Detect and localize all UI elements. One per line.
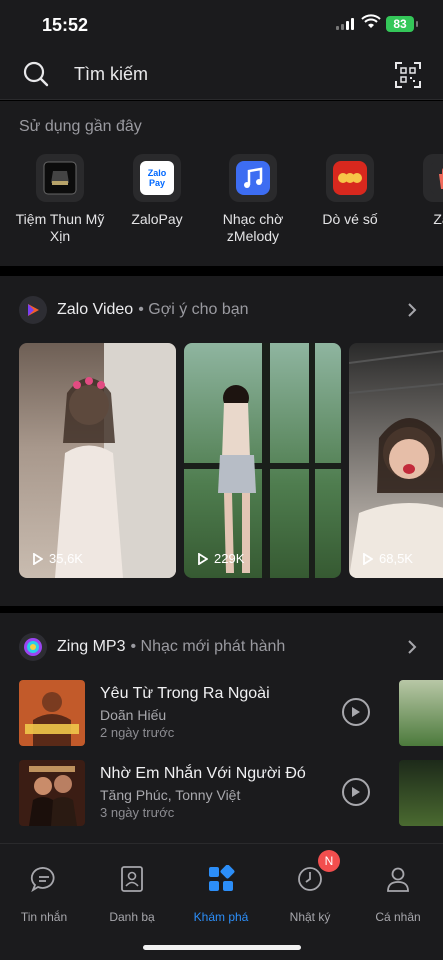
bottom-navigation: Tin nhắn Danh bạ Khám phá N Nhật ký Cá n… — [0, 843, 443, 960]
chevron-right-icon[interactable] — [407, 302, 417, 318]
recent-app-zalo-shop[interactable]: Zalo — [397, 154, 443, 228]
play-icon — [352, 707, 360, 717]
wifi-icon — [361, 14, 381, 28]
recent-app-zalopay[interactable]: Zalo Pay ZaloPay — [107, 154, 207, 228]
zing-mp3-logo-icon — [19, 633, 47, 661]
clock-icon — [298, 867, 322, 891]
discover-grid-icon — [209, 865, 235, 891]
recent-app-label: Nhạc chờ zMelody — [222, 211, 284, 244]
video-card[interactable]: 68,5K — [349, 343, 443, 578]
song-release-date: 3 ngày trước — [100, 805, 175, 820]
tab-messages[interactable]: Tin nhắn — [0, 864, 88, 924]
recent-app-label: Dò vé số — [322, 211, 378, 227]
video-thumbnail — [349, 350, 443, 578]
tab-contacts[interactable]: Danh bạ — [88, 864, 176, 924]
song-artist: Tăng Phúc, Tonny Việt — [100, 787, 241, 803]
mp3-section-header[interactable]: Zing MP3 • Nhạc mới phát hành — [19, 633, 285, 661]
view-count-text: 35,6K — [49, 551, 83, 566]
recent-app-label: Tiệm Thun Mỹ Xịn — [15, 211, 105, 244]
song-cover — [19, 760, 85, 826]
recent-app-label: ZaloPay — [131, 211, 183, 227]
view-count: 35,6K — [33, 551, 83, 566]
song-artist: Doãn Hiếu — [100, 707, 167, 723]
tab-profile[interactable]: Cá nhân — [354, 864, 442, 924]
song-item[interactable]: Yêu Từ Trong Ra Ngoài Doãn Hiếu 2 ngày t… — [19, 680, 439, 746]
cellular-signal-icon — [336, 18, 354, 30]
qr-scan-icon[interactable] — [394, 61, 422, 89]
song-cover — [19, 680, 85, 746]
tab-label: Danh bạ — [109, 910, 155, 924]
video-thumbnail — [55, 343, 176, 578]
song-release-date: 2 ngày trước — [100, 725, 175, 740]
tab-label: Nhật ký — [289, 910, 331, 924]
video-section-header[interactable]: Zalo Video • Gợi ý cho bạn — [19, 296, 249, 324]
search-icon[interactable] — [22, 60, 50, 88]
lottery-icon — [326, 154, 374, 202]
play-icon — [352, 787, 360, 797]
tab-timeline[interactable]: N Nhật ký — [266, 850, 354, 924]
video-section-title: Zalo Video — [57, 301, 134, 318]
next-song-cover-peek[interactable] — [399, 680, 443, 746]
zing-mp3-section: Zing MP3 • Nhạc mới phát hành Yêu Từ Tro… — [0, 613, 443, 843]
song-title: Nhờ Em Nhắn Với Người Đó — [100, 765, 306, 782]
status-bar: 15:52 83 — [0, 0, 443, 50]
search-header: Tìm kiếm — [0, 50, 443, 100]
play-button[interactable] — [342, 698, 370, 726]
view-count-text: 68,5K — [379, 551, 413, 566]
play-small-icon — [33, 552, 43, 565]
recent-app-zmelody[interactable]: Nhạc chờ zMelody — [203, 154, 303, 245]
recent-apps-section: Sử dụng gần đây Tiệm Thun Mỹ Xịn Zalo Pa… — [0, 101, 443, 266]
video-thumbnail — [184, 343, 341, 578]
tab-discover[interactable]: Khám phá — [177, 864, 265, 924]
recent-app-do-ve-so[interactable]: Dò vé số — [300, 154, 400, 228]
recent-label: Sử dụng gần đây — [19, 118, 142, 135]
mp3-section-subtitle: • Nhạc mới phát hành — [130, 638, 286, 655]
zalopay-icon: Zalo Pay — [133, 154, 181, 202]
tab-label: Cá nhân — [375, 910, 421, 924]
view-count: 229K — [198, 551, 244, 566]
shop-logo-icon — [36, 154, 84, 202]
notification-badge: N — [318, 850, 340, 872]
view-count: 68,5K — [363, 551, 413, 566]
play-small-icon — [363, 552, 373, 565]
zalo-video-section: Zalo Video • Gợi ý cho bạn 35,6K 229K 68… — [0, 276, 443, 606]
video-card[interactable]: 35,6K — [19, 343, 176, 578]
chevron-right-icon[interactable] — [407, 639, 417, 655]
shopping-bag-icon — [423, 154, 443, 202]
tab-label: Khám phá — [193, 910, 249, 924]
view-count-text: 229K — [214, 551, 245, 566]
video-card[interactable]: 229K — [184, 343, 341, 578]
mp3-section-title: Zing MP3 — [57, 638, 126, 655]
zalo-video-logo-icon — [19, 296, 47, 324]
recent-app-label: Zalo — [433, 211, 443, 227]
next-song-cover-peek[interactable] — [399, 760, 443, 826]
person-icon — [387, 867, 409, 892]
video-section-subtitle: • Gợi ý cho bạn — [138, 301, 249, 318]
contacts-icon — [121, 866, 143, 892]
tab-label: Tin nhắn — [20, 910, 68, 924]
chat-bubble-icon — [30, 867, 55, 893]
play-button[interactable] — [342, 778, 370, 806]
status-time: 15:52 — [42, 15, 89, 35]
song-item[interactable]: Nhờ Em Nhắn Với Người Đó Tăng Phúc, Tonn… — [19, 760, 439, 826]
zalopay-logo-text: Zalo Pay — [147, 168, 167, 188]
music-note-icon — [229, 154, 277, 202]
battery-indicator: 83 — [386, 16, 418, 32]
home-indicator[interactable] — [143, 945, 301, 950]
recent-app-tiem-thun[interactable]: Tiệm Thun Mỹ Xịn — [10, 154, 110, 245]
play-small-icon — [198, 552, 208, 565]
song-title: Yêu Từ Trong Ra Ngoài — [100, 685, 270, 702]
search-input[interactable]: Tìm kiếm — [74, 64, 148, 85]
